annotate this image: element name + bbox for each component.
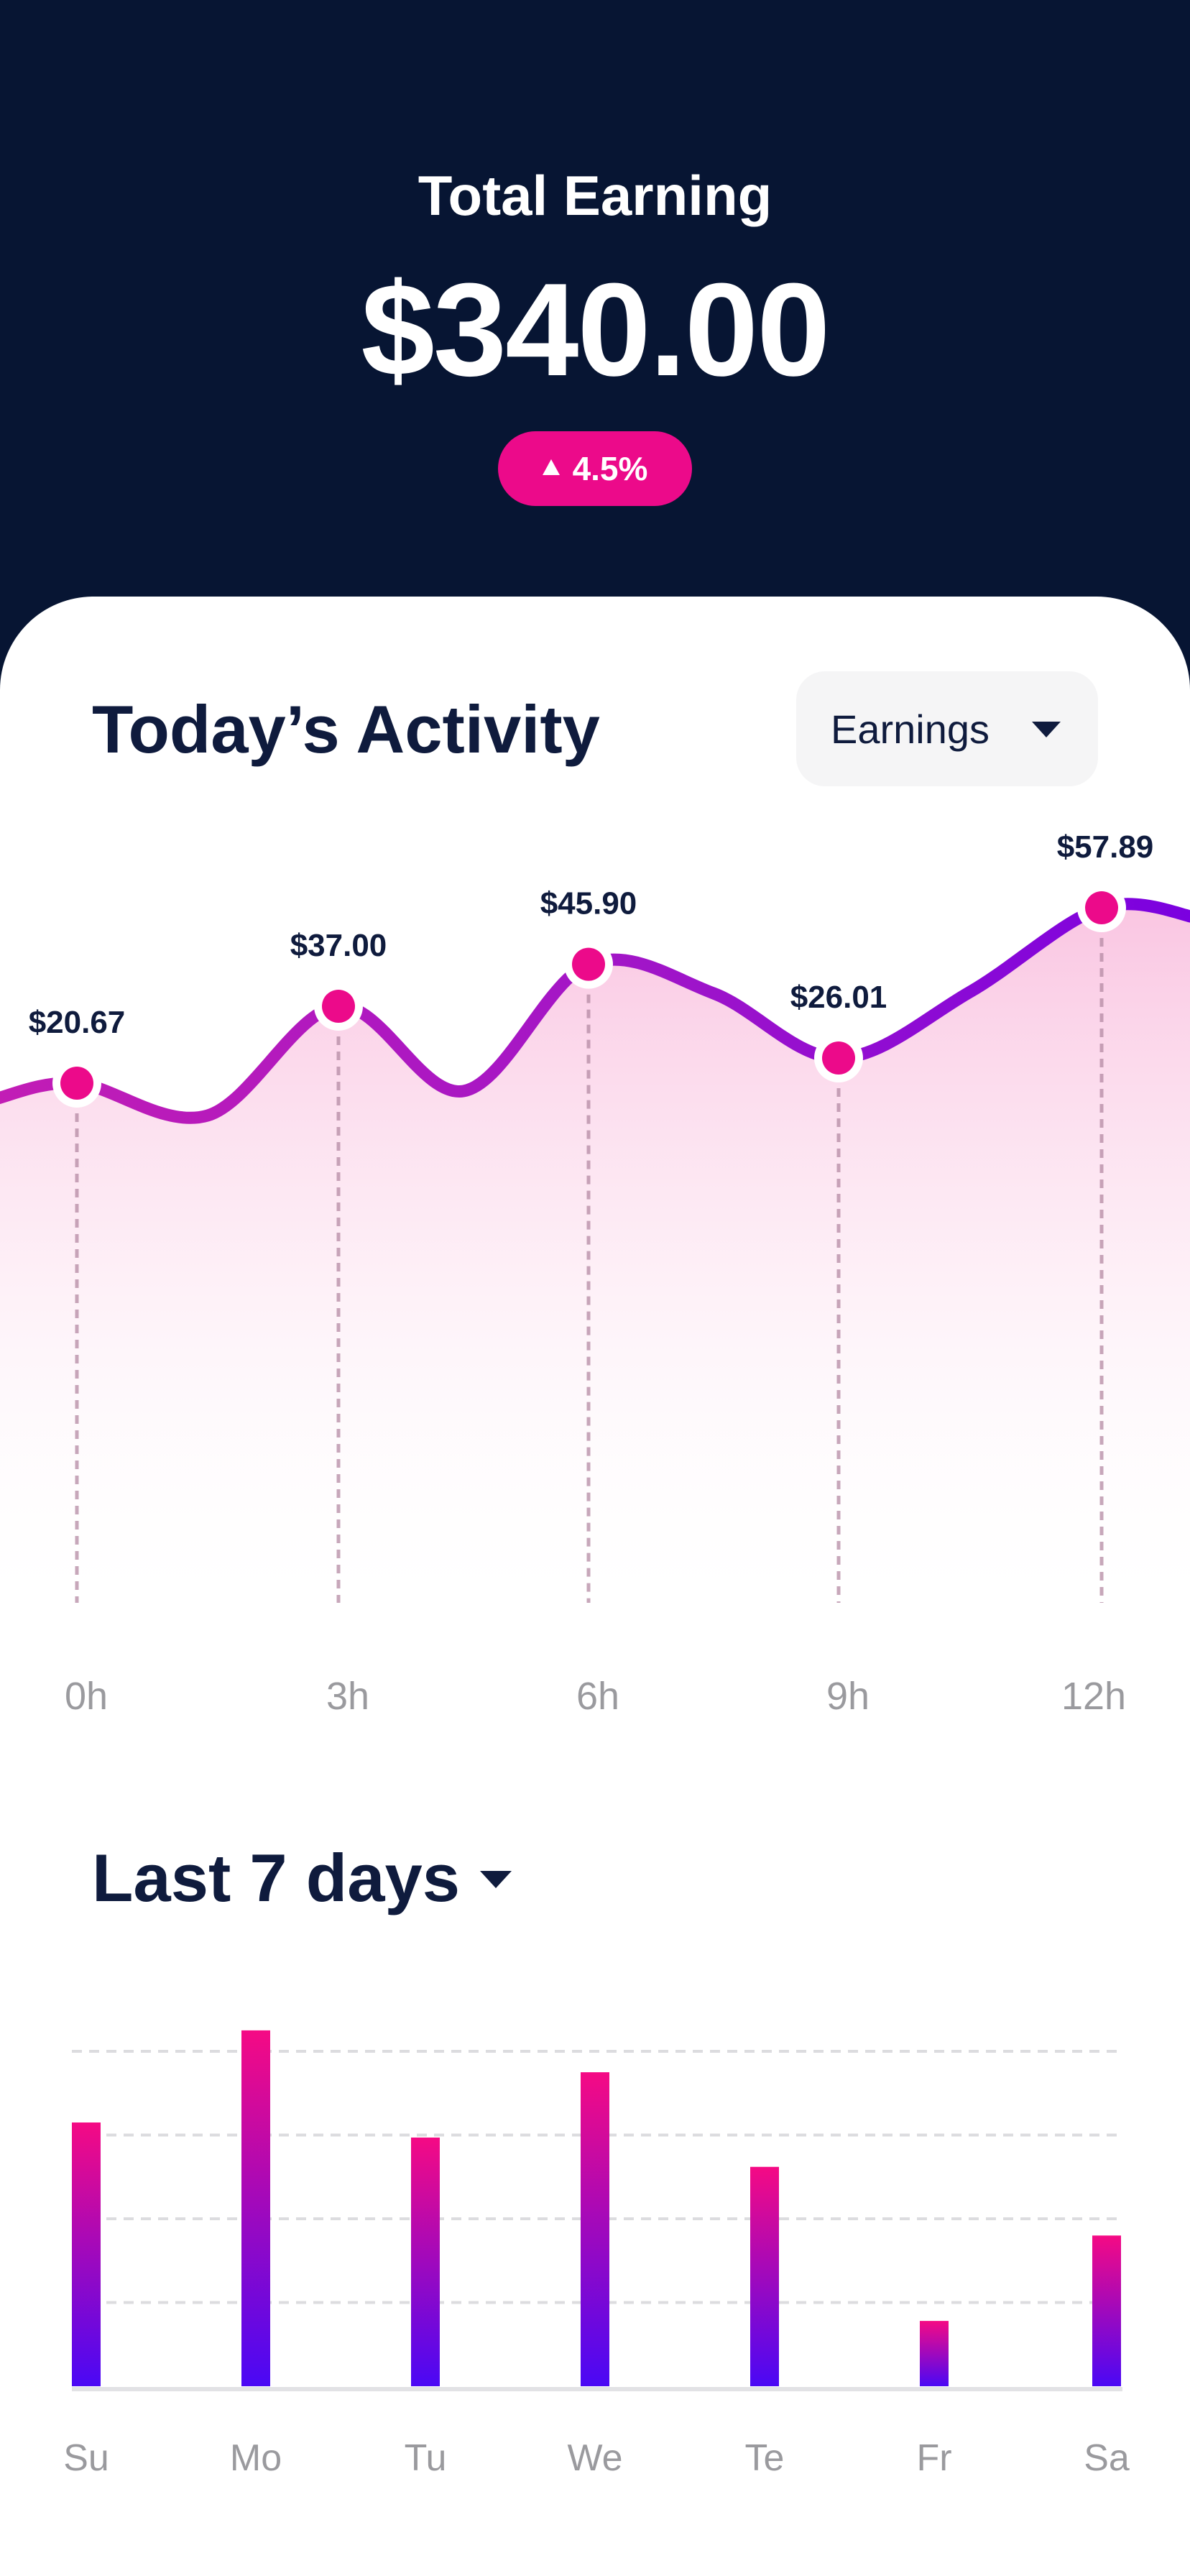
bar-tu xyxy=(411,2137,440,2386)
total-earning-label: Total Earning xyxy=(418,164,772,227)
bar-te xyxy=(750,2166,779,2386)
data-point xyxy=(1085,891,1118,924)
range-title[interactable]: Last 7 days xyxy=(92,1839,460,1918)
bar-we xyxy=(581,2072,609,2386)
x-tick-label: We xyxy=(567,2437,622,2479)
x-tick-label: Mo xyxy=(230,2437,282,2479)
area-fill xyxy=(0,903,1190,1624)
metric-dropdown[interactable]: Earnings xyxy=(796,671,1098,786)
activity-title: Today’s Activity xyxy=(92,691,600,767)
data-point xyxy=(822,1041,855,1075)
change-badge: 4.5% xyxy=(498,431,692,506)
data-label: $26.01 xyxy=(790,980,887,1015)
bar-sa xyxy=(1092,2235,1121,2386)
data-label: $20.67 xyxy=(29,1005,126,1040)
total-earning-amount: $340.00 xyxy=(361,255,830,403)
x-tick-label: Tu xyxy=(405,2437,447,2479)
x-tick-label: Fr xyxy=(916,2437,951,2479)
data-label: $45.90 xyxy=(540,886,637,921)
x-tick-label: Sa xyxy=(1084,2437,1130,2479)
weekly-bar-chart: Su Mo Tu We Te Fr Sa xyxy=(63,2030,1130,2479)
x-tick-label: Su xyxy=(63,2437,109,2479)
metric-dropdown-label: Earnings xyxy=(831,706,990,752)
triangle-up-icon xyxy=(542,459,560,475)
caret-down-icon xyxy=(1032,722,1061,737)
data-point xyxy=(322,989,355,1023)
x-tick-label: 6h xyxy=(576,1675,619,1711)
data-label: $57.89 xyxy=(1057,829,1154,865)
change-percent: 4.5% xyxy=(572,450,648,487)
x-tick-label: 12h xyxy=(1061,1675,1126,1711)
x-tick-label: 9h xyxy=(826,1675,870,1711)
x-tick-label: Te xyxy=(745,2437,785,2479)
data-point xyxy=(60,1067,93,1100)
data-point xyxy=(572,947,605,981)
bar-mo xyxy=(241,2030,270,2386)
x-tick-label: 3h xyxy=(326,1675,369,1711)
bar-fr xyxy=(920,2321,949,2386)
data-label: $37.00 xyxy=(290,928,387,963)
earnings-header: Total Earning $340.00 4.5% xyxy=(0,0,1190,647)
bar-su xyxy=(72,2122,101,2386)
activity-line-chart: $20.67 0h $37.00 3h $45.90 6h $26.01 9h $57.89 12… xyxy=(0,829,1190,1711)
caret-down-icon[interactable] xyxy=(480,1871,512,1888)
x-tick-label: 0h xyxy=(65,1675,108,1711)
